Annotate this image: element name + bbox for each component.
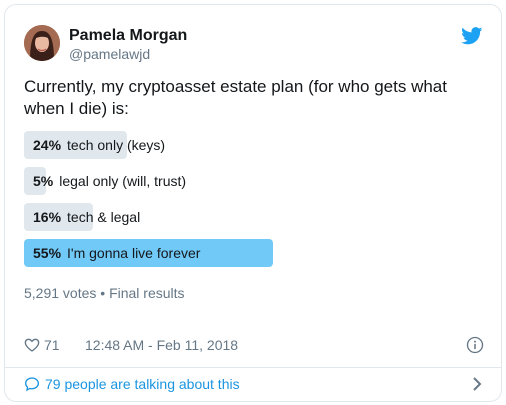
- poll-label: tech & legal: [67, 209, 141, 225]
- author-name[interactable]: Pamela Morgan: [69, 26, 187, 46]
- divider: [5, 367, 501, 368]
- poll-option: 5% legal only (will, trust): [24, 167, 454, 195]
- poll-percent: 5%: [33, 173, 54, 189]
- tweet-text: Currently, my cryptoasset estate plan (f…: [24, 77, 447, 118]
- talking-about-text[interactable]: 79 people are talking about this: [45, 374, 240, 394]
- chevron-right-icon[interactable]: [470, 376, 484, 392]
- poll-percent: 16%: [33, 209, 62, 225]
- poll-percent: 24%: [33, 137, 62, 153]
- speech-bubble-icon: [24, 377, 40, 392]
- avatar[interactable]: [24, 25, 60, 61]
- poll-label: legal only (will, trust): [59, 173, 187, 189]
- poll: 24% tech only (keys) 5% legal only (will, …: [24, 131, 454, 275]
- tweet-meta-row: 71 12:48 AM - Feb 11, 2018: [24, 335, 484, 355]
- poll-results-meta: 5,291 votes • Final results: [24, 285, 185, 301]
- heart-icon[interactable]: [24, 337, 40, 353]
- tweet-card: Pamela Morgan @pamelawjd Currently, my c…: [4, 4, 502, 402]
- info-icon[interactable]: [466, 336, 484, 354]
- timestamp[interactable]: 12:48 AM - Feb 11, 2018: [85, 335, 238, 355]
- poll-option: 24% tech only (keys): [24, 131, 454, 159]
- poll-label: tech only (keys): [67, 137, 166, 153]
- poll-label: I'm gonna live forever: [67, 245, 201, 261]
- poll-option: 55% I'm gonna live forever: [24, 239, 454, 267]
- poll-percent: 55%: [33, 245, 62, 261]
- twitter-bird-icon[interactable]: [461, 27, 483, 45]
- poll-option: 16% tech & legal: [24, 203, 454, 231]
- like-count[interactable]: 71: [44, 335, 60, 355]
- conversation-link[interactable]: 79 people are talking about this: [24, 374, 484, 394]
- author-handle[interactable]: @pamelawjd: [69, 45, 150, 63]
